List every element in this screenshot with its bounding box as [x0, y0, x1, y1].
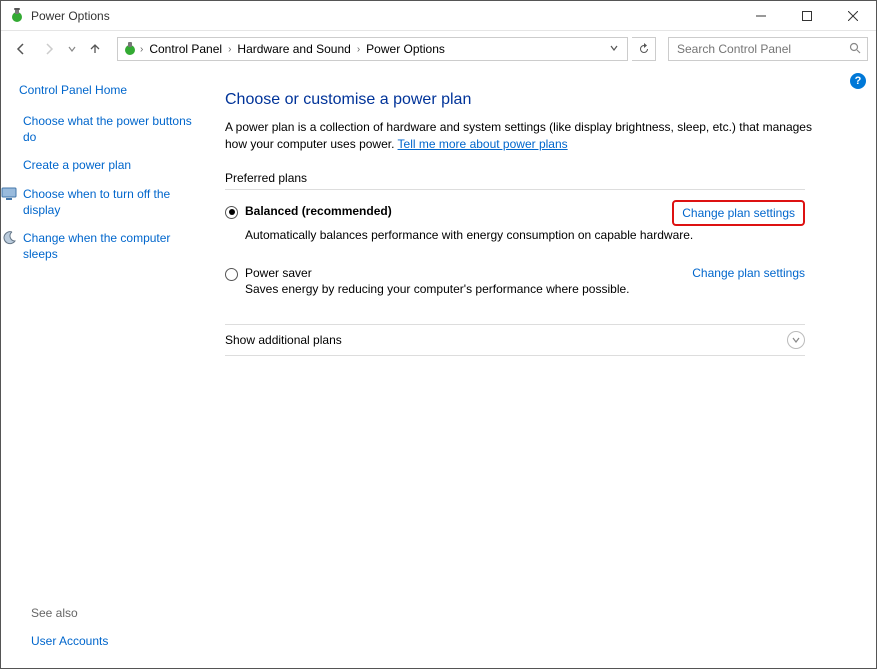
navbar: › Control Panel › Hardware and Sound › P…	[1, 31, 876, 67]
change-plan-settings-power-saver[interactable]: Change plan settings	[692, 266, 805, 280]
help-icon[interactable]: ?	[850, 73, 866, 89]
search-icon[interactable]	[849, 42, 861, 57]
search-box[interactable]	[668, 37, 868, 61]
task-link-power-buttons[interactable]: Choose what the power buttons do	[23, 113, 201, 145]
task-create-plan: Create a power plan	[19, 157, 201, 173]
refresh-button[interactable]	[632, 37, 656, 61]
task-computer-sleeps: Change when the computer sleeps	[19, 230, 201, 262]
plan-name-balanced[interactable]: Balanced (recommended)	[245, 204, 392, 218]
page-title: Choose or customise a power plan	[225, 91, 836, 109]
plan-name-power-saver[interactable]: Power saver	[245, 266, 312, 280]
forward-button[interactable]	[37, 37, 61, 61]
address-bar[interactable]: › Control Panel › Hardware and Sound › P…	[117, 37, 628, 61]
window-title: Power Options	[31, 9, 110, 23]
main-panel: ? Choose or customise a power plan A pow…	[211, 67, 876, 668]
titlebar: Power Options	[1, 1, 876, 31]
radio-balanced[interactable]	[225, 206, 238, 219]
minimize-button[interactable]	[738, 1, 784, 31]
user-accounts-link[interactable]: User Accounts	[31, 634, 108, 648]
search-input[interactable]	[675, 41, 849, 57]
show-additional-plans[interactable]: Show additional plans	[225, 324, 805, 356]
chevron-right-icon: ›	[357, 44, 360, 55]
task-power-buttons: Choose what the power buttons do	[19, 113, 201, 145]
show-additional-label: Show additional plans	[225, 333, 342, 347]
recent-locations-dropdown[interactable]	[65, 37, 79, 61]
control-panel-home-link[interactable]: Control Panel Home	[19, 83, 201, 97]
task-link-create-plan[interactable]: Create a power plan	[23, 157, 131, 173]
chevron-down-icon[interactable]	[787, 331, 805, 349]
back-button[interactable]	[9, 37, 33, 61]
power-options-icon	[9, 8, 25, 24]
change-plan-settings-balanced[interactable]: Change plan settings	[672, 200, 805, 226]
more-about-power-plans-link[interactable]: Tell me more about power plans	[398, 137, 568, 151]
preferred-plans-header: Preferred plans	[225, 171, 805, 190]
plan-desc-power-saver: Saves energy by reducing your computer's…	[245, 282, 805, 296]
breadcrumb-control-panel[interactable]: Control Panel	[145, 42, 226, 56]
task-link-turn-off-display[interactable]: Choose when to turn off the display	[23, 186, 201, 218]
sidebar: Control Panel Home Choose what the power…	[1, 67, 211, 668]
radio-power-saver[interactable]	[225, 268, 238, 281]
chevron-right-icon: ›	[140, 44, 143, 55]
see-also-label: See also	[31, 606, 78, 620]
chevron-right-icon: ›	[228, 44, 231, 55]
plan-balanced: Balanced (recommended) Change plan setti…	[225, 204, 805, 242]
close-button[interactable]	[830, 1, 876, 31]
plan-desc-balanced: Automatically balances performance with …	[245, 228, 805, 242]
power-options-icon	[122, 41, 138, 57]
page-description: A power plan is a collection of hardware…	[225, 119, 836, 153]
address-dropdown[interactable]	[605, 42, 623, 56]
task-turn-off-display: Choose when to turn off the display	[19, 186, 201, 218]
up-button[interactable]	[83, 37, 107, 61]
see-also-user-accounts: User Accounts	[31, 634, 108, 648]
maximize-button[interactable]	[784, 1, 830, 31]
content-area: Control Panel Home Choose what the power…	[1, 67, 876, 668]
breadcrumb-hardware-sound[interactable]: Hardware and Sound	[233, 42, 354, 56]
plan-power-saver: Power saver Change plan settings Saves e…	[225, 266, 805, 296]
breadcrumb-power-options[interactable]: Power Options	[362, 42, 449, 56]
monitor-icon	[1, 186, 17, 202]
moon-icon	[1, 230, 17, 246]
task-link-computer-sleeps[interactable]: Change when the computer sleeps	[23, 230, 201, 262]
